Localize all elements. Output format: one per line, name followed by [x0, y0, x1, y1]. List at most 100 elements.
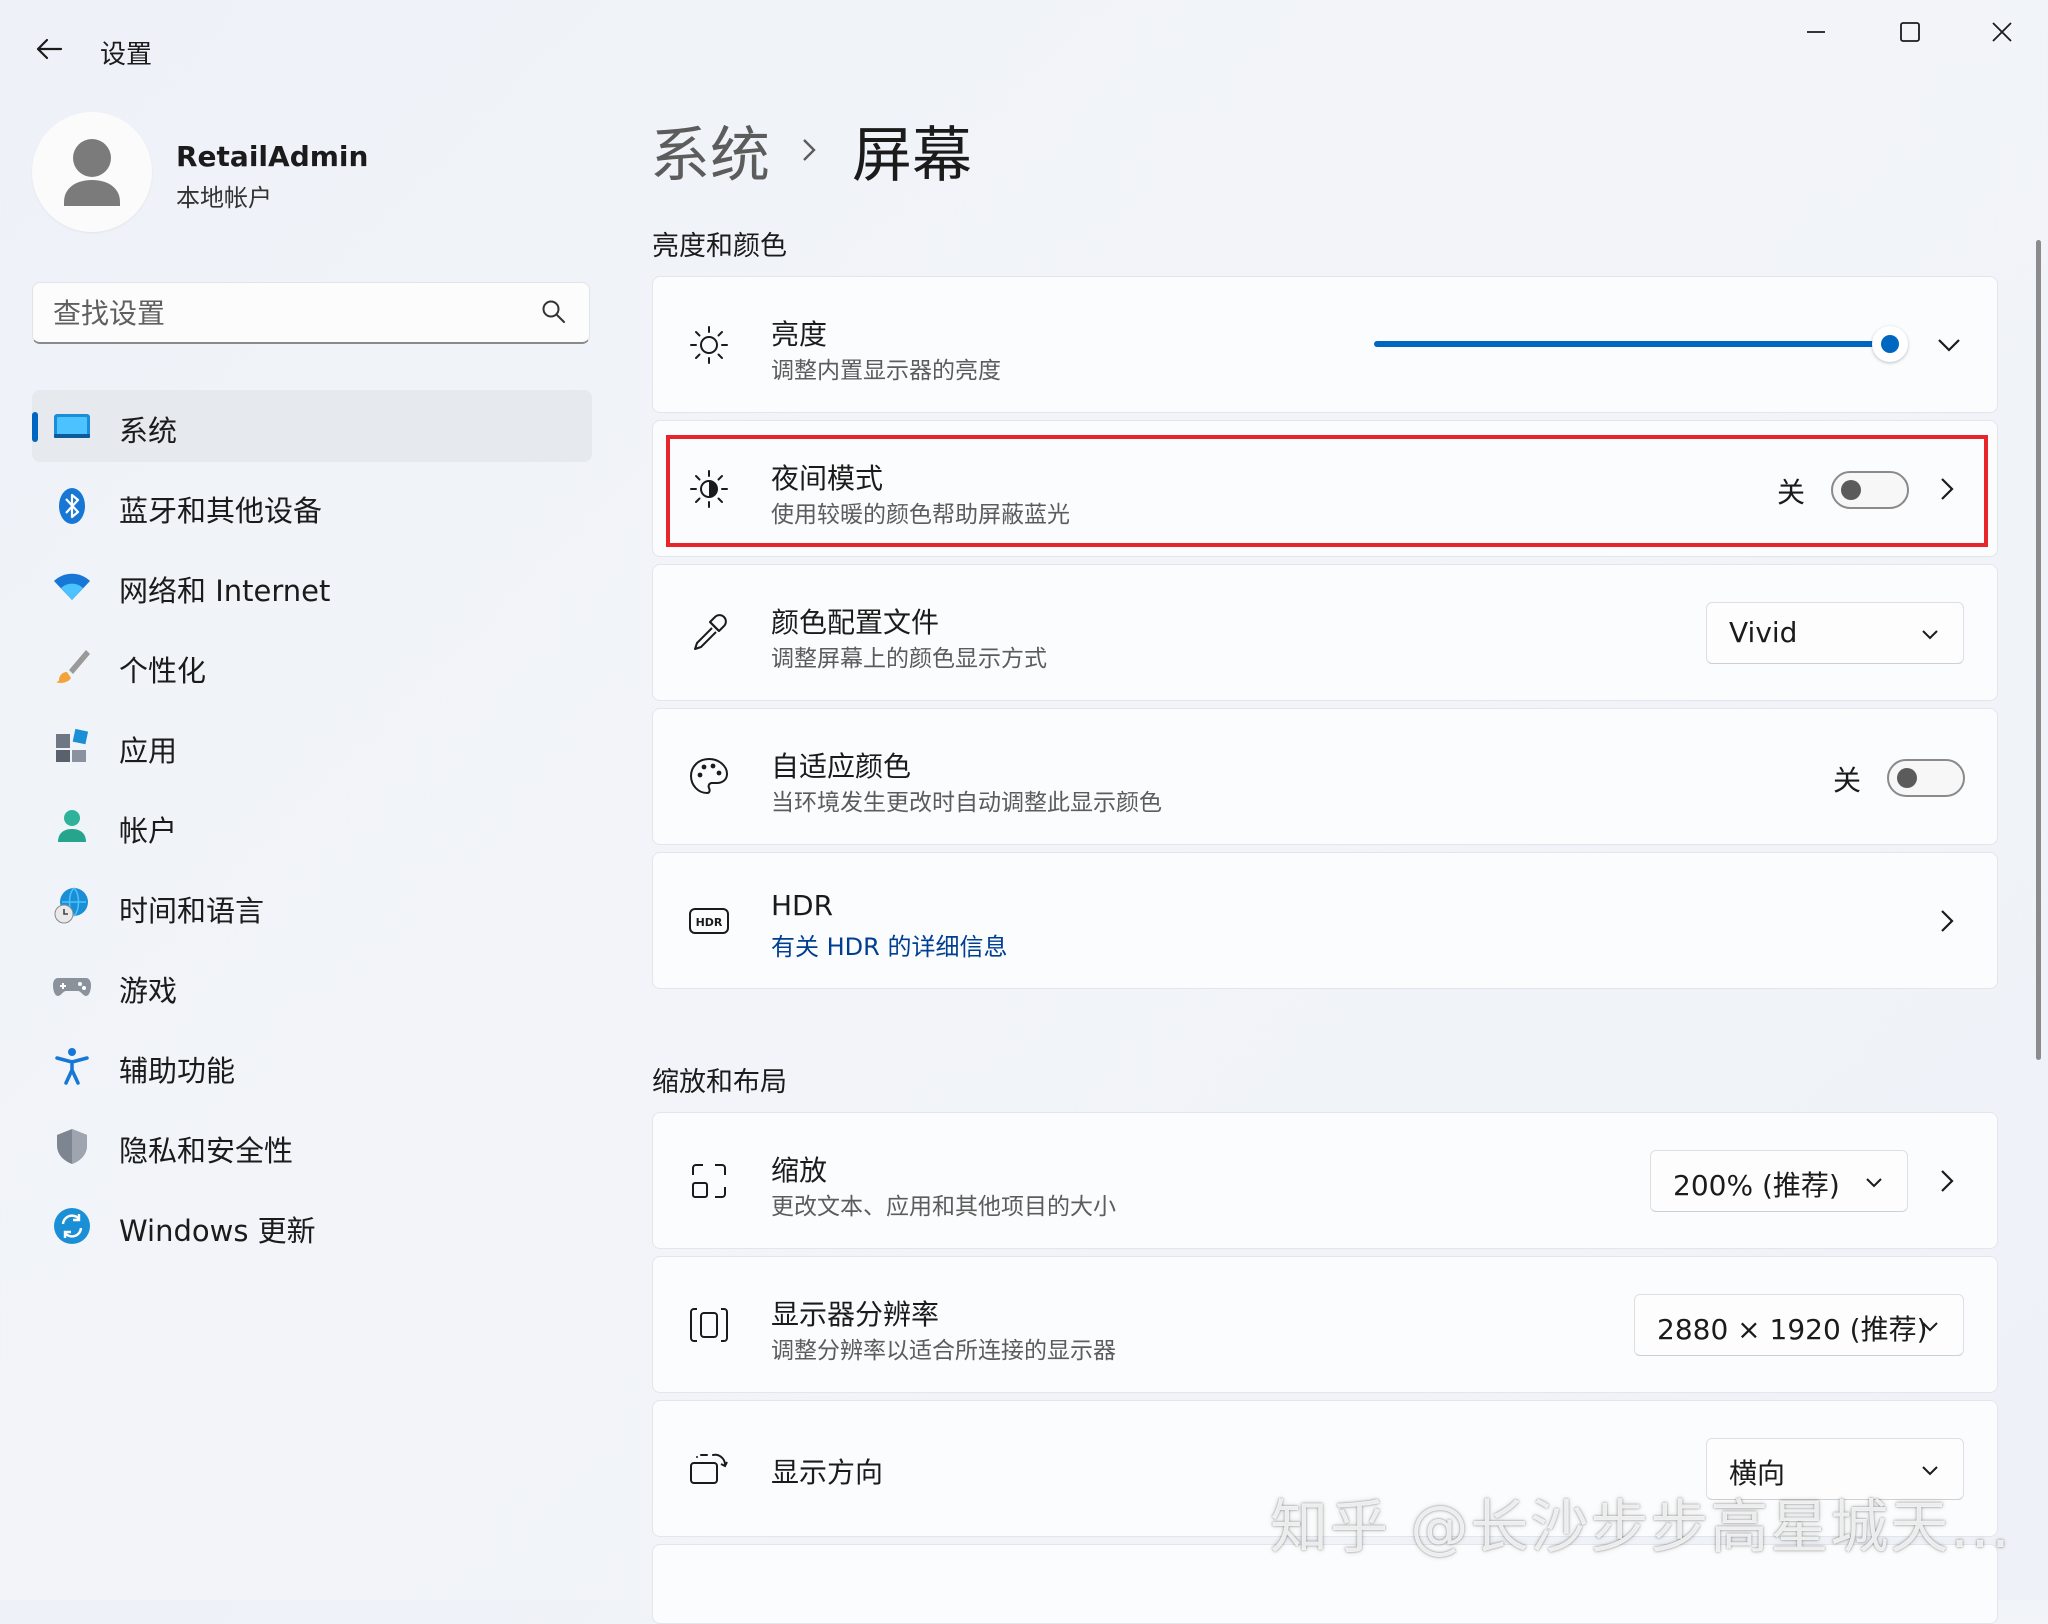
color-profile-card: 颜色配置文件 调整屏幕上的颜色显示方式 Vivid [652, 564, 1998, 701]
dropdown-value: 2880 × 1920 (推荐) [1657, 1313, 1928, 1346]
system-icon [54, 414, 90, 438]
sidebar-item-label: 游戏 [119, 974, 178, 1008]
orientation-title: 显示方向 [771, 1456, 884, 1489]
sidebar-item-label: 应用 [119, 734, 178, 768]
adaptive-color-card: 自适应颜色 当环境发生更改时自动调整此显示颜色 关 [652, 708, 1998, 845]
dropdown-value: 200% (推荐) [1673, 1169, 1840, 1202]
sidebar-item-label: 系统 [119, 414, 178, 448]
sidebar-item-accounts[interactable]: 帐户 [32, 790, 592, 862]
hdr-card[interactable]: HDR HDR 有关 HDR 的详细信息 [652, 852, 1998, 989]
adaptive-color-toggle[interactable] [1887, 759, 1965, 797]
slider-thumb-dot [1881, 335, 1899, 353]
back-arrow-icon [36, 38, 63, 60]
toggle-knob [1897, 768, 1917, 788]
brightness-subtitle: 调整内置显示器的亮度 [771, 358, 1001, 384]
sidebar-item-privacy[interactable]: 隐私和安全性 [32, 1110, 592, 1182]
brush-icon [56, 650, 90, 683]
palette-icon [689, 757, 729, 794]
color-profile-subtitle: 调整屏幕上的颜色显示方式 [771, 646, 1047, 672]
brightness-slider-track[interactable] [1374, 341, 1892, 347]
minimize-icon [1807, 31, 1825, 33]
selection-indicator [32, 412, 38, 442]
sidebar-item-network[interactable]: 网络和 Internet [32, 550, 592, 622]
brightness-slider-thumb[interactable] [1872, 326, 1908, 362]
search-input[interactable] [51, 293, 535, 335]
globe-clock-icon [54, 887, 88, 924]
section-title-brightness-color: 亮度和颜色 [652, 231, 787, 262]
brightness-title: 亮度 [771, 318, 828, 351]
bluetooth-icon [59, 488, 85, 524]
resolution-title: 显示器分辨率 [771, 1298, 940, 1331]
scale-dropdown[interactable]: 200% (推荐) [1650, 1150, 1908, 1212]
adaptive-color-subtitle: 当环境发生更改时自动调整此显示颜色 [771, 790, 1162, 816]
hdr-info-link[interactable]: 有关 HDR 的详细信息 [771, 927, 1007, 962]
highlight-box [666, 435, 1988, 547]
chevron-down-icon[interactable] [1935, 331, 1963, 359]
sidebar-item-bluetooth[interactable]: 蓝牙和其他设备 [32, 470, 592, 542]
section-title-scale-layout: 缩放和布局 [652, 1067, 787, 1098]
dropdown-value: Vivid [1729, 616, 1798, 649]
eyedropper-icon [694, 613, 727, 650]
watermark: 知乎 @长沙步步高星城天... [1270, 1493, 2012, 1561]
scale-icon [692, 1163, 726, 1198]
back-button[interactable] [28, 28, 70, 70]
account-icon [58, 810, 86, 842]
maximize-button[interactable] [1864, 0, 1956, 64]
sidebar-item-label: Windows 更新 [119, 1214, 316, 1248]
chevron-down-icon [1922, 1466, 1938, 1476]
sidebar-item-windows-update[interactable]: Windows 更新 [32, 1190, 592, 1262]
chevron-down-icon [1922, 1322, 1938, 1332]
chevron-down-icon [1866, 1178, 1882, 1188]
close-icon [1992, 22, 2012, 42]
sidebar-item-system[interactable]: 系统 [32, 390, 592, 462]
color-profile-title: 颜色配置文件 [771, 606, 940, 639]
scale-subtitle: 更改文本、应用和其他项目的大小 [771, 1194, 1116, 1220]
user-name: RetailAdmin [176, 140, 369, 173]
gamepad-icon [53, 978, 91, 996]
resolution-card: 显示器分辨率 调整分辨率以适合所连接的显示器 2880 × 1920 (推荐) [652, 1256, 1998, 1393]
account-type: 本地帐户 [176, 184, 272, 212]
page-title: 屏幕 [852, 120, 972, 191]
search-box[interactable] [32, 282, 590, 344]
hdr-icon: HDR [689, 907, 729, 934]
sidebar-item-time-language[interactable]: 时间和语言 [32, 870, 592, 942]
close-button[interactable] [1956, 0, 2048, 64]
wifi-icon [54, 573, 90, 600]
breadcrumb-parent[interactable]: 系统 [650, 107, 770, 194]
maximize-icon [1900, 22, 1920, 42]
sidebar-item-gaming[interactable]: 游戏 [32, 950, 592, 1022]
search-icon[interactable] [541, 299, 567, 325]
sidebar-item-label: 帐户 [119, 814, 178, 848]
resolution-icon [690, 1307, 728, 1342]
color-profile-dropdown[interactable]: Vivid [1706, 602, 1964, 664]
sidebar-item-label: 蓝牙和其他设备 [119, 494, 323, 528]
scale-card[interactable]: 缩放 更改文本、应用和其他项目的大小 200% (推荐) [652, 1112, 1998, 1249]
avatar[interactable] [32, 112, 152, 232]
update-icon [54, 1208, 90, 1244]
chevron-right-icon [803, 139, 816, 161]
scrollbar[interactable] [2036, 240, 2041, 1060]
sidebar-item-apps[interactable]: 应用 [32, 710, 592, 782]
hdr-title: HDR [771, 889, 834, 922]
resolution-subtitle: 调整分辨率以适合所连接的显示器 [771, 1338, 1116, 1364]
accessibility-icon [55, 1048, 89, 1085]
resolution-dropdown[interactable]: 2880 × 1920 (推荐) [1634, 1294, 1964, 1356]
chevron-down-icon [1922, 630, 1938, 640]
breadcrumb-separator [800, 136, 818, 164]
person-icon [64, 139, 120, 206]
title-bar: 设置 [0, 0, 2048, 96]
sidebar-item-label: 时间和语言 [119, 894, 265, 928]
sidebar-item-label: 网络和 Internet [119, 574, 331, 608]
sidebar-item-accessibility[interactable]: 辅助功能 [32, 1030, 592, 1102]
apps-icon [56, 728, 89, 762]
chevron-right-icon[interactable] [1933, 907, 1961, 935]
chevron-right-icon[interactable] [1933, 1167, 1961, 1195]
app-title: 设置 [100, 40, 153, 70]
minimize-button[interactable] [1770, 0, 1862, 64]
sidebar-item-personalization[interactable]: 个性化 [32, 630, 592, 702]
sidebar-item-label: 个性化 [119, 654, 207, 688]
sun-icon [690, 325, 728, 364]
adaptive-color-state-label: 关 [1833, 764, 1862, 797]
sidebar-item-label: 辅助功能 [119, 1054, 236, 1088]
svg-text:HDR: HDR [696, 916, 723, 929]
